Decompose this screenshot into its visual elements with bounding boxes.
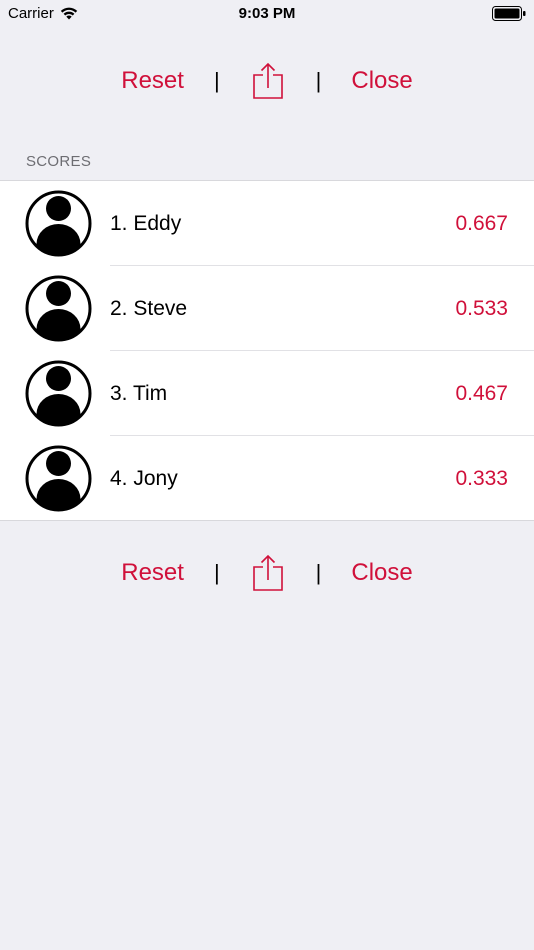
toolbar-separator: | — [315, 560, 322, 585]
list-item[interactable]: 1. Eddy 0.667 — [0, 181, 534, 266]
toolbar-separator: | — [315, 68, 322, 93]
top-toolbar: Reset | | Close — [0, 58, 534, 104]
player-name: 2. Steve — [110, 297, 188, 320]
player-name: 1. Eddy — [110, 212, 182, 235]
close-button[interactable]: Close — [351, 67, 412, 95]
scores-section-header: SCORES — [26, 153, 92, 170]
list-item[interactable]: 2. Steve 0.533 — [0, 266, 534, 351]
user-avatar-icon — [25, 275, 92, 342]
share-icon — [252, 554, 283, 591]
player-score: 0.533 — [455, 297, 508, 320]
list-item[interactable]: 4. Jony 0.333 — [0, 436, 534, 521]
battery-icon — [492, 6, 526, 21]
clock: 9:03 PM — [238, 5, 296, 22]
status-bar: Carrier 9:03 PM — [0, 0, 534, 28]
scores-list: 1. Eddy 0.667 2. Steve 0.533 3. Tim 0.46… — [0, 180, 534, 521]
player-score: 0.667 — [455, 212, 508, 235]
close-button[interactable]: Close — [351, 559, 412, 587]
share-button[interactable] — [250, 60, 286, 102]
toolbar-separator: | — [213, 68, 220, 93]
toolbar-separator: | — [213, 560, 220, 585]
reset-button[interactable]: Reset — [121, 559, 184, 587]
player-name: 3. Tim — [110, 382, 168, 405]
share-button[interactable] — [250, 552, 286, 594]
player-score: 0.333 — [455, 467, 508, 490]
share-icon — [252, 62, 283, 99]
user-avatar-icon — [25, 445, 92, 512]
user-avatar-icon — [25, 360, 92, 427]
player-name: 4. Jony — [110, 467, 178, 490]
list-item[interactable]: 3. Tim 0.467 — [0, 351, 534, 436]
reset-button[interactable]: Reset — [121, 67, 184, 95]
bottom-toolbar: Reset | | Close — [0, 550, 534, 596]
player-score: 0.467 — [455, 382, 508, 405]
user-avatar-icon — [25, 190, 92, 257]
